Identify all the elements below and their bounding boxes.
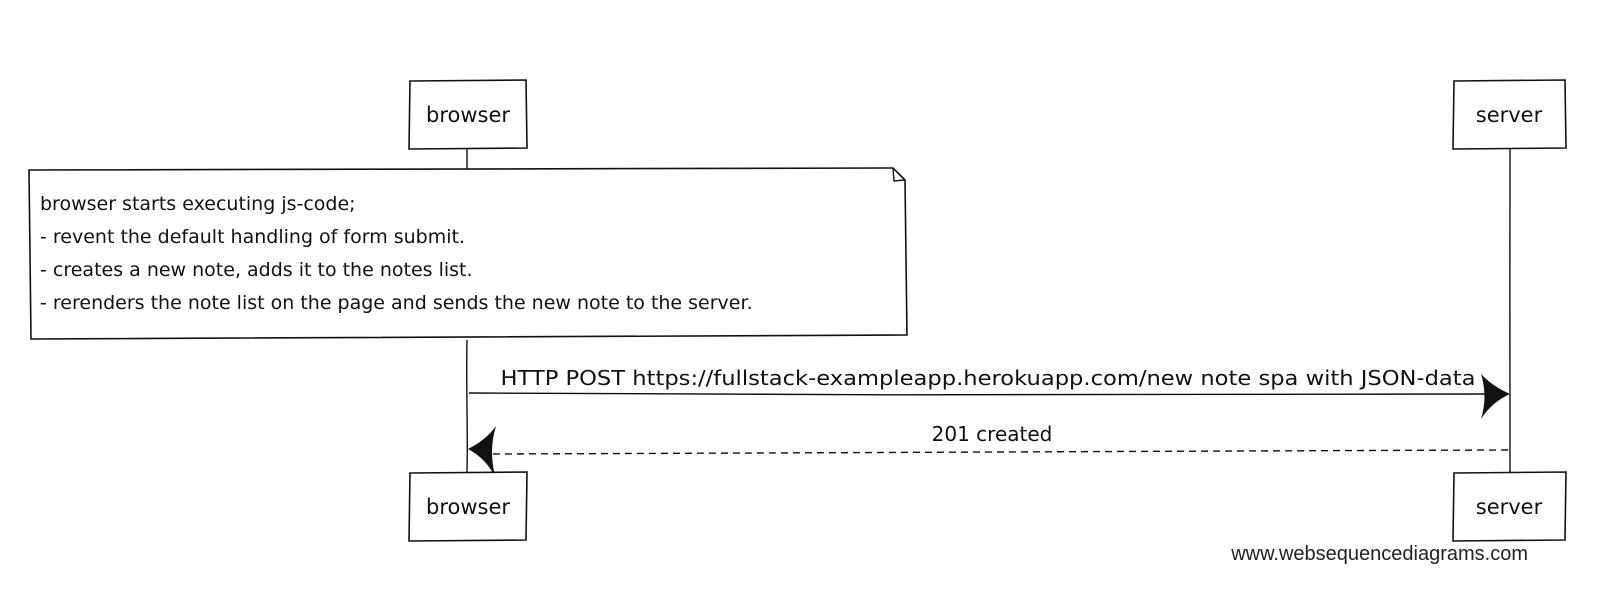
note-line-3: - creates a new note, adds it to the not… [40, 259, 473, 281]
sequence-diagram: browser server browser starts executing … [28, 79, 1567, 542]
browser-participant-top: browser [408, 79, 528, 150]
browser-participant-bottom: browser [408, 471, 528, 542]
request-label: HTTP POST https://fullstack-exampleapp.h… [501, 366, 1476, 390]
server-participant-top: server [1452, 79, 1567, 150]
server-participant-bottom-label: server [1476, 495, 1543, 519]
browser-participant-bottom-label: browser [426, 495, 510, 519]
server-participant-top-label: server [1476, 103, 1543, 127]
response-arrow-line [481, 449, 1509, 455]
response-label: 201 created [932, 422, 1053, 446]
note: browser starts executing js-code; - reve… [28, 167, 908, 340]
note-line-4: - rerenders the note list on the page an… [40, 292, 753, 314]
request-arrowhead [1481, 374, 1510, 419]
browser-participant-top-label: browser [426, 103, 510, 127]
watermark-text: www.websequencediagrams.com [1231, 543, 1528, 565]
response-message: 201 created [468, 422, 1509, 479]
response-arrowhead [468, 426, 496, 479]
request-arrow-line [468, 392, 1499, 396]
note-line-2: - revent the default handling of form su… [40, 226, 465, 248]
server-lifeline [1509, 146, 1511, 473]
request-message: HTTP POST https://fullstack-exampleapp.h… [468, 366, 1510, 419]
note-line-1: browser starts executing js-code; [40, 193, 356, 215]
server-participant-bottom: server [1452, 471, 1567, 542]
